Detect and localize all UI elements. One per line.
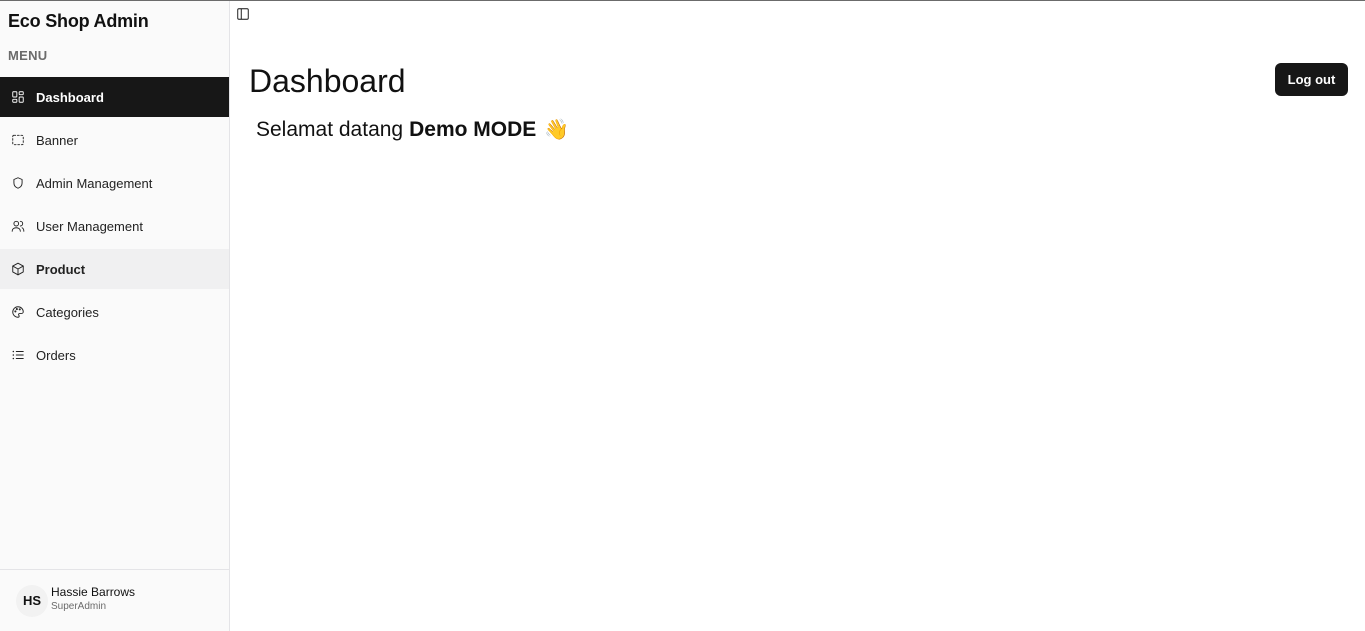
sidebar-item-label: Orders	[36, 347, 76, 363]
user-role: SuperAdmin	[51, 601, 107, 612]
sidebar-item-label: Categories	[36, 304, 99, 320]
sidebar-item-admin-management[interactable]: Admin Management	[0, 163, 229, 203]
users-icon	[11, 219, 25, 233]
user-name: Hassie Barrows	[51, 585, 136, 599]
page-title: Dashboard	[249, 63, 406, 99]
avatar: HS	[16, 584, 48, 617]
sidebar-item-label: Product	[36, 261, 86, 277]
brand-title: Eco Shop Admin	[8, 11, 149, 31]
banner-icon	[11, 133, 25, 147]
sidebar-toggle-icon	[236, 7, 250, 21]
sidebar-item-label: User Management	[36, 218, 143, 234]
dashboard-icon	[11, 90, 25, 104]
package-icon	[11, 262, 25, 276]
sidebar-toggle-button[interactable]	[236, 7, 250, 21]
sidebar-nav: Dashboard Banner Admin Management User M…	[0, 77, 229, 378]
sidebar-item-orders[interactable]: Orders	[0, 335, 229, 375]
palette-icon	[11, 305, 25, 319]
user-info: Hassie Barrows SuperAdmin	[51, 585, 135, 612]
sidebar-item-label: Admin Management	[36, 175, 153, 191]
list-icon	[11, 348, 25, 362]
welcome-message: Selamat datang Demo MODE 👋	[256, 117, 569, 142]
sidebar-item-label: Banner	[36, 132, 78, 148]
sidebar-item-label: Dashboard	[36, 89, 104, 105]
sidebar-item-user-management[interactable]: User Management	[0, 206, 229, 246]
shield-icon	[11, 176, 25, 190]
sidebar-item-dashboard[interactable]: Dashboard	[0, 77, 229, 117]
sidebar-item-product[interactable]: Product	[0, 249, 229, 289]
menu-label: MENU	[8, 48, 48, 63]
sidebar-item-banner[interactable]: Banner	[0, 120, 229, 160]
logout-button[interactable]: Log out	[1275, 63, 1348, 96]
app-root: Eco Shop Admin MENU Dashboard Banner Adm…	[0, 0, 1365, 631]
welcome-prefix: Selamat datang	[256, 117, 404, 141]
sidebar-user-card[interactable]: HS Hassie Barrows SuperAdmin	[0, 569, 229, 631]
wave-emoji: 👋	[544, 119, 570, 141]
sidebar: Eco Shop Admin MENU Dashboard Banner Adm…	[0, 1, 230, 631]
sidebar-item-categories[interactable]: Categories	[0, 292, 229, 332]
welcome-name: Demo MODE	[409, 117, 537, 141]
